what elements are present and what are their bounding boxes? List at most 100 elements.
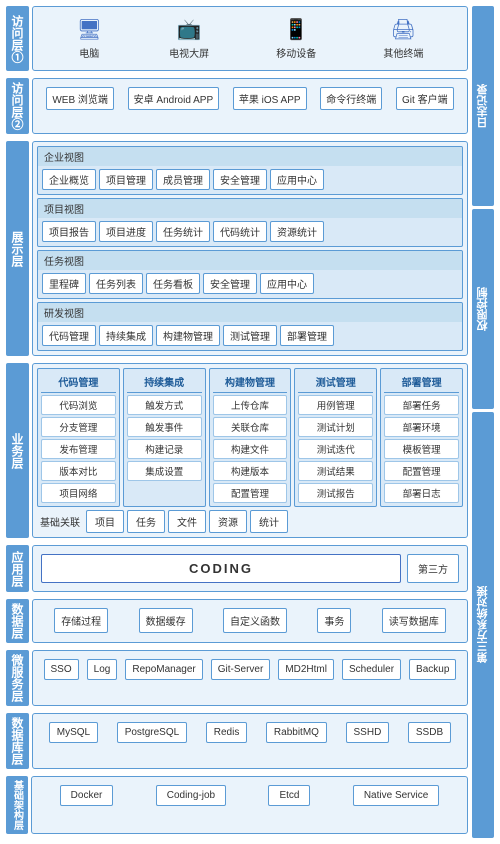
- view-item: 任务列表: [89, 273, 143, 294]
- microservice-label: 微服务层: [6, 650, 29, 706]
- access-control-label: 权限控制: [472, 209, 494, 409]
- biz-bottom-item: 资源: [209, 510, 247, 533]
- biz-bottom-item: 统计: [250, 510, 288, 533]
- infra-item: Etcd: [268, 785, 310, 806]
- infra-item: Docker: [60, 785, 114, 806]
- biz-item: 配置管理: [384, 461, 459, 481]
- db-item: SSDB: [408, 722, 451, 743]
- access1-label: 访问层①: [6, 6, 29, 71]
- view-item: 资源统计: [270, 221, 324, 242]
- view-item: 部署管理: [280, 325, 334, 346]
- pc-icon: 🖥: [77, 17, 102, 42]
- view-item: 代码管理: [42, 325, 96, 346]
- biz-bottom-item: 任务: [127, 510, 165, 533]
- biz-item: 上传仓库: [213, 395, 288, 415]
- biz-item: 用例管理: [298, 395, 373, 415]
- micro-item: Scheduler: [342, 659, 401, 680]
- device-mobile: 📱 移动设备: [276, 17, 316, 60]
- db-item: RabbitMQ: [266, 722, 327, 743]
- infra-item: Native Service: [353, 785, 439, 806]
- data-layer: 数据层 存储过程 数据缓存 自定义函数 事务 读写数据库: [6, 599, 468, 643]
- mobile-icon: 📱: [284, 17, 309, 42]
- application-layer: 应用层 CODING 第三方: [6, 545, 468, 592]
- biz-item: 模板管理: [384, 439, 459, 459]
- application-label: 应用层: [6, 545, 29, 592]
- access2-web: WEB 浏览端: [46, 87, 114, 110]
- biz-artifact: 构建物管理 上传仓库 关联仓库 构建文件 构建版本 配置管理: [209, 368, 292, 507]
- microservice-layer: 微服务层 SSO Log RepoManager Git-Server MD2H…: [6, 650, 468, 706]
- infra-label: 基础架构层: [6, 776, 28, 834]
- data-item: 事务: [317, 608, 351, 633]
- biz-item: 触发方式: [127, 395, 202, 415]
- db-item: Redis: [206, 722, 248, 743]
- access2-android: 安卓 Android APP: [128, 87, 219, 110]
- biz-item: 测试迭代: [298, 439, 373, 459]
- biz-item: 项目网络: [41, 483, 116, 503]
- view-item: 安全管理: [203, 273, 257, 294]
- db-item: PostgreSQL: [117, 722, 187, 743]
- data-item: 数据缓存: [139, 608, 193, 633]
- business-layer: 业务层 代码管理 代码浏览 分支管理 发布管理: [6, 363, 468, 538]
- view-item: 任务统计: [156, 221, 210, 242]
- third-party-label: 第三方系统对接: [472, 412, 494, 838]
- view-item: 项目报告: [42, 221, 96, 242]
- biz-item: 配置管理: [213, 483, 288, 503]
- device-tv: 📺 电视大屏: [169, 17, 209, 60]
- biz-test: 测试管理 用例管理 测试计划 测试迭代 测试结果 测试报告: [294, 368, 377, 507]
- biz-code-mgmt: 代码管理 代码浏览 分支管理 发布管理 版本对比 项目网络: [37, 368, 120, 507]
- database-label: 数据库层: [6, 713, 29, 769]
- view-item: 成员管理: [156, 169, 210, 190]
- task-view: 任务视图 里程碑 任务列表 任务看板 安全管理 应用中心: [37, 250, 463, 299]
- micro-item: Log: [87, 659, 118, 680]
- biz-item: 发布管理: [41, 439, 116, 459]
- micro-item: Backup: [409, 659, 456, 680]
- access-layer-1: 访问层① 🖥 电脑 📺 电视大屏 📱: [6, 6, 468, 71]
- biz-item: 部署环境: [384, 417, 459, 437]
- coding-box: CODING: [41, 554, 401, 583]
- view-item: 构建物管理: [156, 325, 220, 346]
- micro-item: SSO: [44, 659, 79, 680]
- view-item: 测试管理: [223, 325, 277, 346]
- tv-icon: 📺: [177, 17, 202, 42]
- data-item: 读写数据库: [382, 608, 446, 633]
- third-party-box: 第三方: [407, 554, 459, 583]
- biz-item: 代码浏览: [41, 395, 116, 415]
- biz-item: 测试结果: [298, 461, 373, 481]
- view-item: 应用中心: [260, 273, 314, 294]
- access2-ios: 苹果 iOS APP: [233, 87, 307, 110]
- view-item: 代码统计: [213, 221, 267, 242]
- biz-item: 测试报告: [298, 483, 373, 503]
- micro-item: MD2Html: [278, 659, 334, 680]
- biz-item: 构建记录: [127, 439, 202, 459]
- biz-item: 集成设置: [127, 461, 202, 481]
- project-view: 项目视图 项目报告 项目进度 任务统计 代码统计 资源统计: [37, 198, 463, 247]
- db-item: SSHD: [346, 722, 390, 743]
- infra-layer: 基础架构层 Docker Coding-job Etcd Native Serv…: [6, 776, 468, 834]
- biz-item: 版本对比: [41, 461, 116, 481]
- infra-item: Coding-job: [156, 785, 226, 806]
- biz-item: 部署任务: [384, 395, 459, 415]
- access2-cli: 命令行终端: [320, 87, 382, 110]
- view-item: 持续集成: [99, 325, 153, 346]
- device-pc: 🖥 电脑: [77, 17, 102, 60]
- data-item: 存储过程: [54, 608, 108, 633]
- biz-bottom-row: 基础关联 项目 任务 文件 资源 统计: [37, 510, 463, 533]
- access2-git: Git 客户端: [396, 87, 454, 110]
- display-label: 展示层: [6, 141, 29, 356]
- database-layer: 数据库层 MySQL PostgreSQL Redis RabbitMQ SSH…: [6, 713, 468, 769]
- biz-item: 构建文件: [213, 439, 288, 459]
- biz-bottom-item: 文件: [168, 510, 206, 533]
- micro-item: RepoManager: [125, 659, 202, 680]
- db-item: MySQL: [49, 722, 98, 743]
- micro-item: Git-Server: [211, 659, 271, 680]
- view-item: 安全管理: [213, 169, 267, 190]
- biz-bottom-item: 项目: [86, 510, 124, 533]
- view-item: 项目管理: [99, 169, 153, 190]
- biz-item: 部署日志: [384, 483, 459, 503]
- biz-item: 构建版本: [213, 461, 288, 481]
- device-other: 🖨 其他终端: [383, 17, 423, 60]
- view-item: 项目进度: [99, 221, 153, 242]
- view-item: 任务看板: [146, 273, 200, 294]
- display-layer: 展示层 企业视图 企业概览 项目管理 成员管理 安全管理 应用中心: [6, 141, 468, 356]
- view-item: 应用中心: [270, 169, 324, 190]
